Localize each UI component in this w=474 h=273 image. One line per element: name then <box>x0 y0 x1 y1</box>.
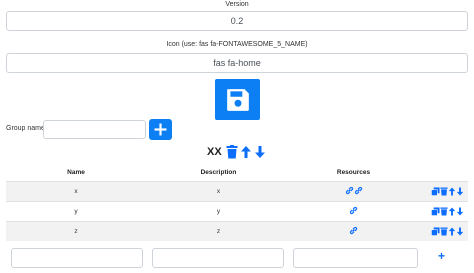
column-header-description: Description <box>146 164 291 182</box>
arrow-up-icon[interactable] <box>448 227 456 236</box>
group-name-input[interactable] <box>43 120 146 139</box>
new-resources-input[interactable] <box>293 248 418 268</box>
trash-icon[interactable] <box>440 187 448 196</box>
column-header-name: Name <box>6 164 146 182</box>
arrow-down-icon[interactable] <box>456 187 464 196</box>
arrow-down-icon[interactable] <box>254 145 266 159</box>
add-row-link[interactable]: + <box>438 249 445 263</box>
link-icon[interactable] <box>349 206 358 215</box>
row-description: x <box>146 180 291 201</box>
column-header-actions <box>416 164 468 182</box>
row-name: x <box>6 180 146 201</box>
link-icon[interactable] <box>349 226 358 235</box>
row-description: z <box>146 220 291 241</box>
add-group-button[interactable] <box>149 119 172 140</box>
row-actions <box>416 180 468 201</box>
column-header-resources: Resources <box>291 164 416 182</box>
row-actions <box>416 220 468 241</box>
trash-icon[interactable] <box>226 145 238 159</box>
arrow-up-icon[interactable] <box>240 145 252 159</box>
table-row: x x <box>6 180 468 201</box>
row-resources <box>291 220 416 241</box>
plus-icon <box>154 123 167 136</box>
new-name-input[interactable] <box>11 248 143 268</box>
items-table: Name Description Resources x x y y z z <box>6 164 468 241</box>
table-row: z z <box>6 220 468 241</box>
floppy-disk-icon <box>226 88 249 111</box>
group-header: XX <box>207 143 266 161</box>
arrow-up-icon[interactable] <box>448 187 456 196</box>
icon-preview <box>215 79 260 120</box>
table-header-row: Name Description Resources <box>6 164 468 182</box>
group-name-label: Group name <box>6 125 45 132</box>
row-resources <box>291 180 416 201</box>
new-description-input[interactable] <box>152 248 284 268</box>
link-icon[interactable] <box>354 186 363 195</box>
version-field[interactable]: 0.2 <box>6 11 468 31</box>
row-description: y <box>146 200 291 221</box>
icon-label: Icon (use: fas fa-FONTAWESOME_5_NAME) <box>166 41 308 48</box>
arrow-down-icon[interactable] <box>456 227 464 236</box>
arrow-up-icon[interactable] <box>448 207 456 216</box>
trash-icon[interactable] <box>440 207 448 216</box>
row-actions <box>416 200 468 221</box>
trash-icon[interactable] <box>440 227 448 236</box>
table-row: y y <box>6 200 468 221</box>
link-icon[interactable] <box>345 186 354 195</box>
row-name: y <box>6 200 146 221</box>
copy-icon[interactable] <box>431 227 440 236</box>
icon-field[interactable]: fas fa-home <box>6 53 468 73</box>
group-name: XX <box>207 146 222 158</box>
copy-icon[interactable] <box>431 186 440 196</box>
row-resources <box>291 200 416 221</box>
copy-icon[interactable] <box>431 206 440 216</box>
version-label: Version <box>225 1 249 8</box>
row-name: z <box>6 220 146 241</box>
arrow-down-icon[interactable] <box>456 207 464 216</box>
